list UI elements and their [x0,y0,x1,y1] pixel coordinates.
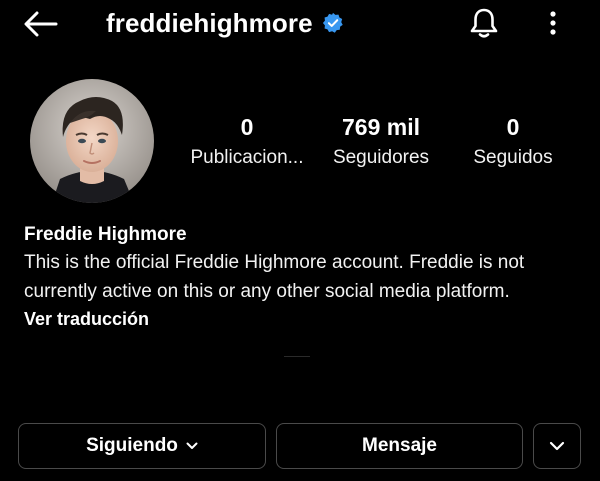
posts-count: 0 [240,114,254,140]
posts-label: Publicacion... [190,147,304,168]
more-vertical-icon [550,11,556,35]
see-translation-link[interactable]: Ver traducción [24,306,584,332]
stat-followers[interactable]: 769 mil Seguidores [322,112,440,172]
profile-avatar[interactable] [30,79,154,203]
bio-text-line-2: currently active on this or any other so… [24,281,510,302]
following-label: Seguidos [473,147,553,168]
top-app-bar: freddiehighmore [0,0,600,48]
following-button[interactable]: Siguiendo [18,423,266,469]
verified-badge-icon [322,12,344,34]
suggested-accounts-button[interactable] [533,423,581,469]
back-button[interactable] [22,8,60,40]
stat-posts[interactable]: 0 Publicacion... [185,112,309,172]
divider-speck [284,356,310,357]
following-count: 0 [506,114,520,140]
username-title: freddiehighmore [106,4,344,42]
followers-count: 769 mil [342,114,420,140]
message-label: Mensaje [362,435,437,456]
arrow-left-icon [24,11,58,37]
profile-bio: Freddie Highmore This is the official Fr… [24,222,584,332]
bio-text-line-1: This is the official Freddie Highmore ac… [24,252,525,273]
followers-label: Seguidores [332,147,430,168]
profile-photo [30,79,154,203]
stat-following[interactable]: 0 Seguidos [466,112,560,172]
chevron-down-icon [549,441,565,451]
more-options-button[interactable] [540,4,566,42]
message-button[interactable]: Mensaje [276,423,523,469]
following-label: Siguiendo [86,435,178,456]
display-name: Freddie Highmore [24,224,187,245]
bell-icon [470,8,498,38]
chevron-down-icon [186,442,198,450]
notifications-button[interactable] [466,4,502,42]
username: freddiehighmore [106,7,313,38]
